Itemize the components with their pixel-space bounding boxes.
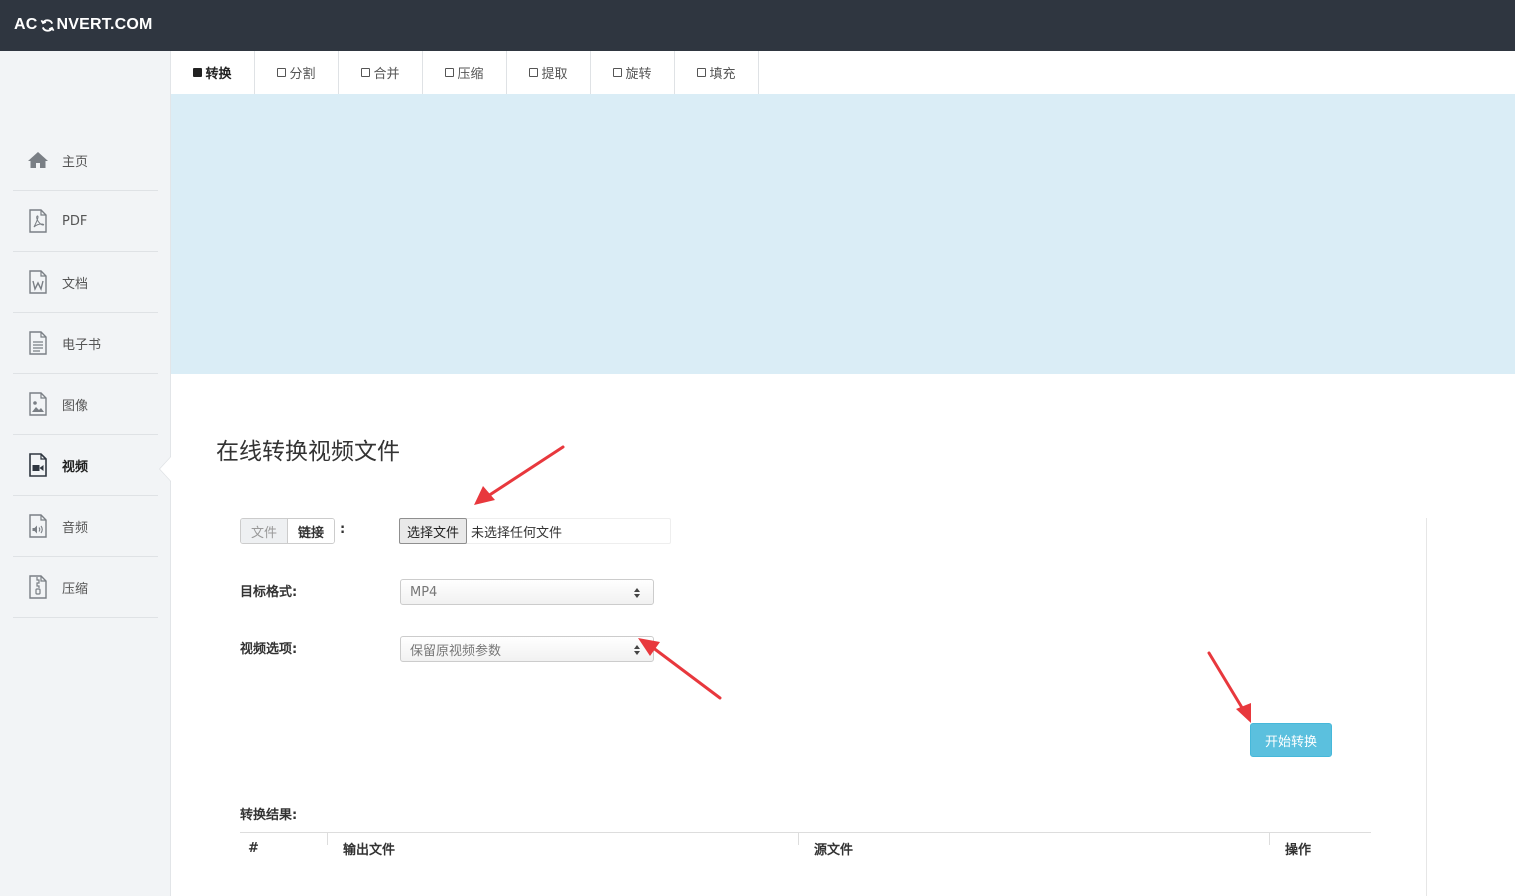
checkbox-filled-icon: [193, 68, 203, 77]
source-link-button[interactable]: 链接: [288, 519, 335, 543]
annotation-arrow-convert: [1207, 651, 1251, 723]
column-header-actions: 操作: [1285, 842, 1312, 858]
page-title: 在线转换视频文件: [216, 439, 400, 465]
tab-compress[interactable]: 压缩: [423, 51, 507, 94]
source-colon: :: [340, 522, 346, 537]
sidebar-item-ebook[interactable]: 电子书: [13, 313, 158, 374]
checkbox-empty-icon: [445, 68, 455, 77]
column-header-output-file: 输出文件: [343, 842, 396, 858]
results-table-header: # 输出文件 源文件 操作: [240, 832, 1371, 862]
ad-banner-area: [171, 94, 1515, 374]
sidebar-item-label: PDF: [62, 213, 88, 229]
image-file-icon: [26, 392, 50, 416]
tab-label: 填充: [709, 67, 736, 82]
sidebar-item-archive[interactable]: 压缩: [13, 557, 158, 618]
tab-label: 合并: [373, 67, 400, 82]
target-format-label: 目标格式:: [240, 585, 298, 600]
sidebar-item-label: 主页: [62, 154, 89, 170]
select-arrows-icon: [634, 645, 640, 655]
sidebar-item-label: 电子书: [62, 337, 102, 353]
sidebar-item-pdf[interactable]: PDF: [13, 191, 158, 252]
column-separator: [798, 833, 799, 845]
sidebar: 主页 PDF 文档 电子书 图像 视频 音频 压缩: [0, 51, 171, 896]
sidebar-item-label: 音频: [62, 520, 89, 536]
sidebar-item-label: 图像: [62, 398, 89, 414]
word-file-icon: [26, 270, 50, 294]
column-header-source-file: 源文件: [814, 842, 854, 858]
site-logo[interactable]: AC NVERT.COM: [14, 15, 153, 35]
sidebar-item-home[interactable]: 主页: [13, 130, 158, 191]
archive-file-icon: [26, 575, 50, 599]
tab-label: 分割: [289, 67, 316, 82]
checkbox-empty-icon: [277, 68, 287, 77]
checkbox-empty-icon: [613, 68, 623, 77]
tab-label: 旋转: [625, 67, 652, 82]
tab-label: 提取: [541, 67, 568, 82]
tab-label: 转换: [205, 67, 232, 82]
sidebar-item-image[interactable]: 图像: [13, 374, 158, 435]
target-format-value: MP4: [410, 584, 438, 600]
video-file-icon: [26, 453, 50, 477]
video-options-select[interactable]: 保留原视频参数: [400, 636, 654, 662]
refresh-icon: [40, 18, 54, 32]
sidebar-item-audio[interactable]: 音频: [13, 496, 158, 557]
choose-file-button[interactable]: 选择文件: [399, 518, 468, 544]
column-header-index: #: [248, 840, 259, 856]
checkbox-empty-icon: [697, 68, 707, 77]
sidebar-item-label: 视频: [62, 459, 89, 475]
home-icon: [26, 148, 50, 172]
results-label: 转换结果:: [240, 808, 298, 823]
source-toggle: 文件 链接: [240, 518, 336, 544]
panel-divider: [1426, 518, 1427, 896]
audio-file-icon: [26, 514, 50, 538]
tab-label: 压缩: [457, 67, 484, 82]
file-input: 选择文件 未选择任何文件: [399, 518, 671, 544]
start-convert-button[interactable]: 开始转换: [1250, 723, 1332, 757]
tab-fill[interactable]: 填充: [675, 51, 759, 94]
annotation-arrow-file: [474, 445, 565, 505]
tab-extract[interactable]: 提取: [507, 51, 591, 94]
active-pointer: [160, 457, 171, 481]
select-arrows-icon: [634, 588, 640, 598]
column-separator: [1269, 833, 1270, 845]
ebook-file-icon: [26, 331, 50, 355]
sidebar-item-label: 压缩: [62, 581, 89, 597]
sidebar-item-label: 文档: [62, 276, 89, 292]
sidebar-item-document[interactable]: 文档: [13, 252, 158, 313]
logo-text-right: NVERT.COM: [56, 16, 153, 33]
tab-split[interactable]: 分割: [255, 51, 339, 94]
file-status-text: 未选择任何文件: [471, 525, 563, 541]
tab-rotate[interactable]: 旋转: [591, 51, 675, 94]
pdf-file-icon: [26, 209, 50, 233]
top-bar: AC NVERT.COM: [0, 0, 1515, 51]
sidebar-item-video[interactable]: 视频: [13, 435, 158, 496]
target-format-select[interactable]: MP4: [400, 579, 654, 605]
operation-tabs: 转换 分割 合并 压缩 提取 旋转 填充: [171, 51, 759, 94]
column-separator: [327, 833, 328, 845]
checkbox-empty-icon: [361, 68, 371, 77]
logo-text-left: AC: [14, 16, 38, 33]
checkbox-empty-icon: [529, 68, 539, 77]
tab-convert[interactable]: 转换: [171, 51, 255, 94]
tab-merge[interactable]: 合并: [339, 51, 423, 94]
video-options-value: 保留原视频参数: [410, 643, 502, 659]
video-options-label: 视频选项:: [240, 642, 298, 657]
source-file-button[interactable]: 文件: [241, 519, 289, 543]
